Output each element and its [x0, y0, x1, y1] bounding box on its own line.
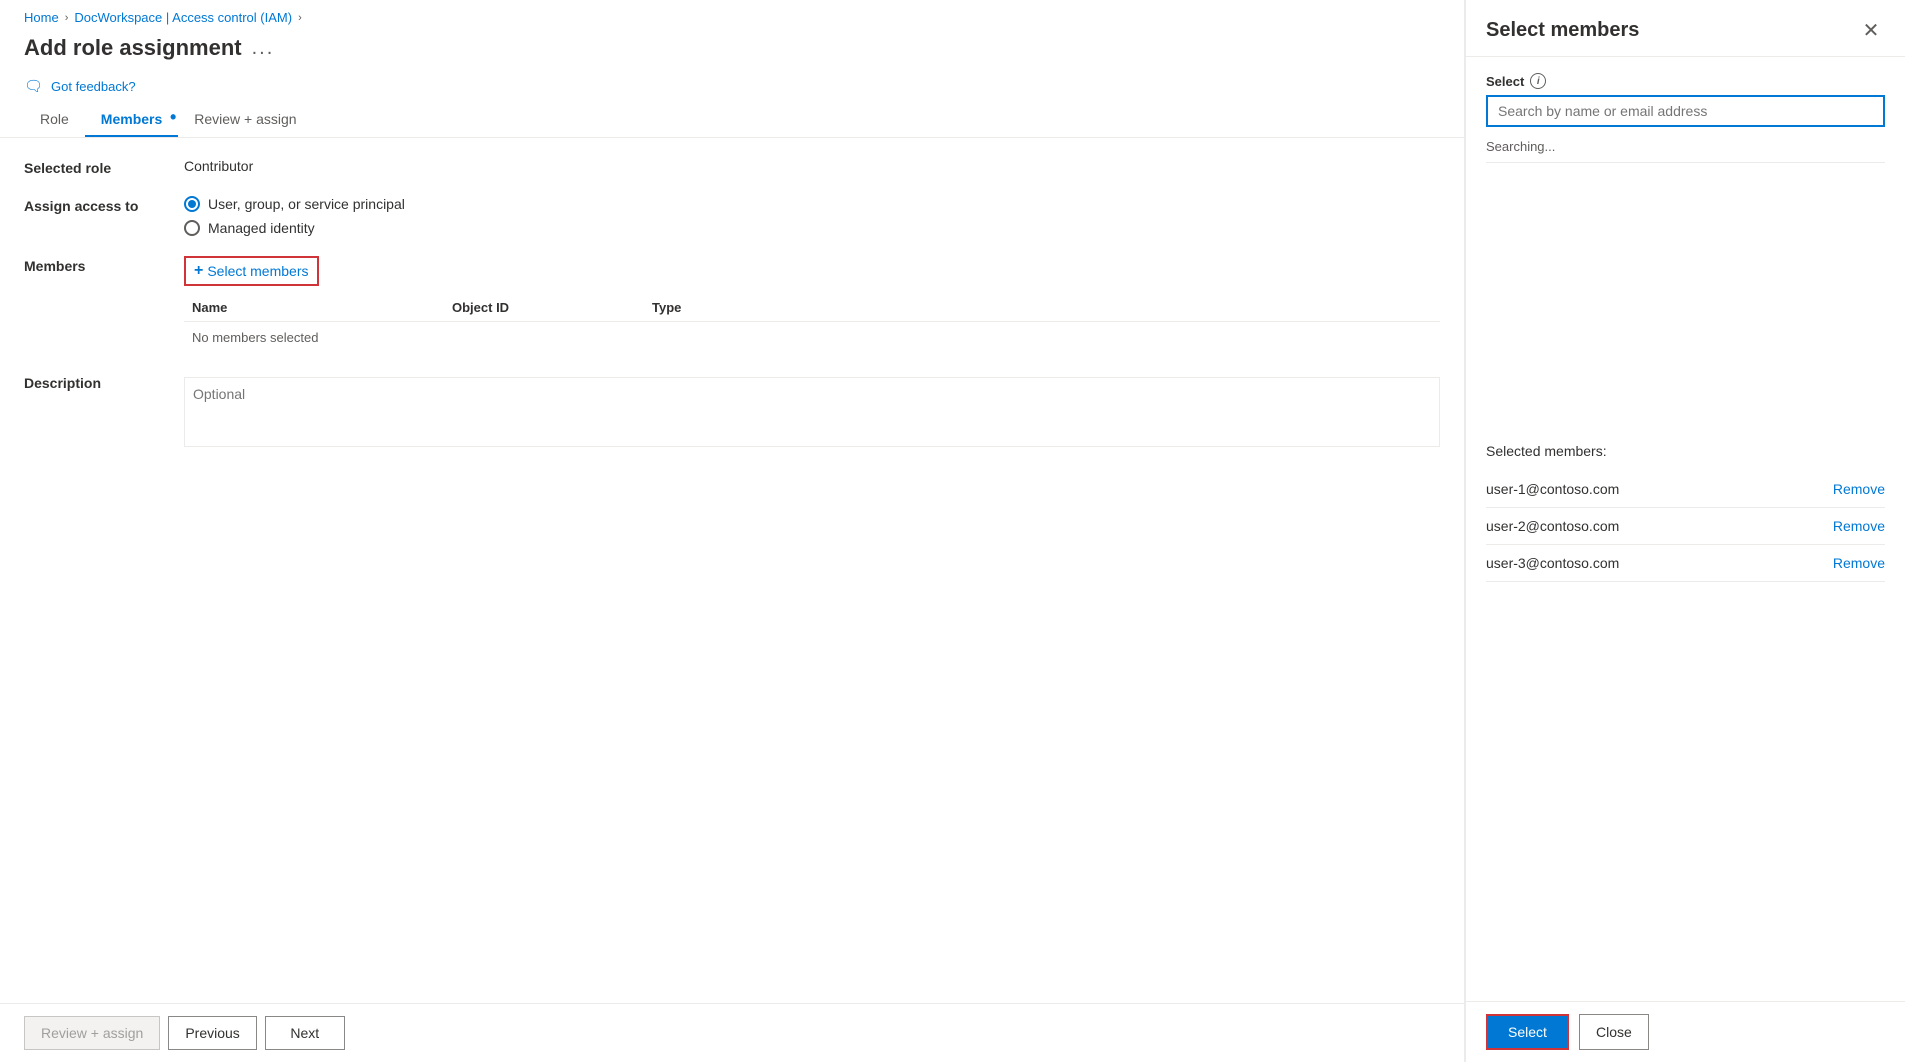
radio-user-group[interactable]: User, group, or service principal — [184, 196, 1440, 212]
members-row: Members + Select members Name Object ID … — [24, 256, 1440, 353]
right-panel-title: Select members — [1486, 19, 1639, 42]
remove-member-2-button[interactable]: Remove — [1833, 518, 1885, 534]
breadcrumb-workspace[interactable]: DocWorkspace | Access control (IAM) — [74, 10, 292, 25]
search-input[interactable] — [1488, 97, 1883, 125]
bottom-bar: Review + assign Previous Next — [0, 1003, 1464, 1062]
description-textarea[interactable] — [184, 377, 1440, 447]
member-email-3: user-3@contoso.com — [1486, 555, 1619, 571]
page-title-area: Add role assignment ... — [0, 31, 1464, 71]
feedback-label: Got feedback? — [51, 79, 136, 94]
selected-members-section: Selected members: user-1@contoso.com Rem… — [1486, 443, 1885, 582]
radio-managed-circle[interactable] — [184, 220, 200, 236]
col-header-object-id: Object ID — [444, 294, 644, 322]
breadcrumb-chevron-1: › — [65, 12, 69, 24]
breadcrumb-home[interactable]: Home — [24, 10, 59, 25]
members-table: Name Object ID Type No members selected — [184, 294, 1440, 353]
description-area — [184, 377, 1440, 450]
selected-role-row: Selected role Contributor — [24, 158, 1440, 176]
feedback-icon: 🗨 — [24, 77, 43, 95]
member-email-1: user-1@contoso.com — [1486, 481, 1619, 497]
close-panel-button[interactable]: ✕ — [1857, 16, 1885, 44]
description-row: Description — [24, 373, 1440, 450]
col-header-name: Name — [184, 294, 444, 322]
selected-role-label: Selected role — [24, 158, 184, 176]
radio-group: User, group, or service principal Manage… — [184, 196, 1440, 236]
select-members-label: Select members — [207, 263, 308, 279]
remove-member-1-button[interactable]: Remove — [1833, 481, 1885, 497]
plus-icon: + — [194, 262, 203, 280]
remove-member-3-button[interactable]: Remove — [1833, 555, 1885, 571]
description-label: Description — [24, 373, 184, 391]
radio-managed[interactable]: Managed identity — [184, 220, 1440, 236]
searching-status: Searching... — [1486, 139, 1885, 163]
selected-role-value: Contributor — [184, 158, 1440, 174]
members-label: Members — [24, 256, 184, 274]
selected-members-label: Selected members: — [1486, 443, 1885, 459]
next-button[interactable]: Next — [265, 1016, 345, 1050]
search-box-wrapper — [1486, 95, 1885, 127]
radio-managed-label: Managed identity — [208, 220, 315, 236]
member-email-2: user-2@contoso.com — [1486, 518, 1619, 534]
info-icon[interactable]: i — [1530, 73, 1546, 89]
breadcrumb: Home › DocWorkspace | Access control (IA… — [0, 0, 1464, 31]
feedback-bar[interactable]: 🗨 Got feedback? — [0, 71, 1464, 101]
members-value: + Select members Name Object ID Type — [184, 256, 1440, 353]
tab-bar: Role Members Review + assign — [0, 101, 1464, 138]
select-members-button[interactable]: + Select members — [184, 256, 319, 286]
col-header-type: Type — [644, 294, 1440, 322]
right-panel-header: Select members ✕ — [1466, 0, 1905, 57]
tab-members[interactable]: Members — [85, 101, 178, 137]
right-panel-body: Select i Searching... Selected members: … — [1466, 57, 1905, 1001]
right-panel: Select members ✕ Select i Searching... S… — [1465, 0, 1905, 1062]
page-options-icon[interactable]: ... — [252, 37, 275, 60]
select-label: Select i — [1486, 73, 1885, 89]
close-button[interactable]: Close — [1579, 1014, 1649, 1050]
form-area: Selected role Contributor Assign access … — [0, 138, 1464, 1003]
radio-user-circle[interactable] — [184, 196, 200, 212]
table-row-empty: No members selected — [184, 322, 1440, 354]
previous-button[interactable]: Previous — [168, 1016, 256, 1050]
no-members-text: No members selected — [184, 322, 1440, 354]
tab-role[interactable]: Role — [24, 101, 85, 137]
member-row-2: user-2@contoso.com Remove — [1486, 508, 1885, 545]
breadcrumb-chevron-2: › — [298, 12, 302, 24]
right-panel-footer: Select Close — [1466, 1001, 1905, 1062]
assign-access-value: User, group, or service principal Manage… — [184, 196, 1440, 236]
member-row-3: user-3@contoso.com Remove — [1486, 545, 1885, 582]
select-label-text: Select — [1486, 74, 1524, 89]
page-title: Add role assignment — [24, 35, 242, 61]
review-assign-button[interactable]: Review + assign — [24, 1016, 160, 1050]
member-row-1: user-1@contoso.com Remove — [1486, 471, 1885, 508]
tab-review-assign[interactable]: Review + assign — [178, 101, 312, 137]
radio-user-label: User, group, or service principal — [208, 196, 405, 212]
assign-access-label: Assign access to — [24, 196, 184, 214]
assign-access-row: Assign access to User, group, or service… — [24, 196, 1440, 236]
select-button[interactable]: Select — [1486, 1014, 1569, 1050]
